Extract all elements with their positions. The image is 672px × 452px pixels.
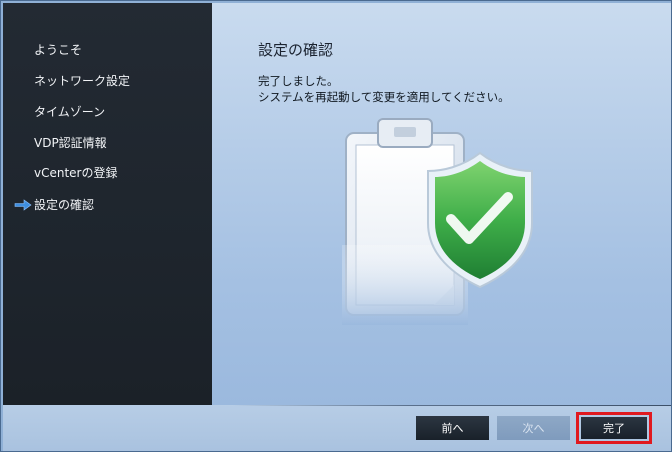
wizard-window: ようこそ ネットワーク設定 タイムゾーン VDP認証情報 vCenterの登録 …	[0, 0, 672, 452]
sidebar-item-network-settings[interactable]: ネットワーク設定	[34, 73, 130, 89]
sidebar-item-review-settings[interactable]: 設定の確認	[34, 197, 94, 213]
restart-instruction: システムを再起動して変更を適用してください。	[258, 90, 510, 104]
content-panel: 設定の確認 完了しました。 システムを再起動して変更を適用してください。	[212, 3, 671, 405]
back-button[interactable]: 前へ	[416, 416, 489, 440]
sidebar-item-time-zone[interactable]: タイムゾーン	[34, 104, 105, 120]
finish-button[interactable]: 完了	[581, 417, 647, 439]
sidebar-item-vdp-credentials[interactable]: VDP認証情報	[34, 135, 107, 151]
footer-divider	[233, 405, 671, 406]
next-button[interactable]: 次へ	[497, 416, 570, 440]
clipboard-check-shield-icon	[342, 118, 533, 325]
sidebar-item-vcenter-registration[interactable]: vCenterの登録	[34, 165, 118, 181]
arrow-right-icon	[14, 199, 32, 211]
completion-message: 完了しました。	[258, 74, 339, 88]
sidebar-item-welcome[interactable]: ようこそ	[34, 42, 82, 58]
wizard-footer: 前へ 次へ 完了	[3, 405, 671, 451]
wizard-sidebar: ようこそ ネットワーク設定 タイムゾーン VDP認証情報 vCenterの登録 …	[3, 3, 212, 405]
page-title: 設定の確認	[258, 41, 334, 59]
